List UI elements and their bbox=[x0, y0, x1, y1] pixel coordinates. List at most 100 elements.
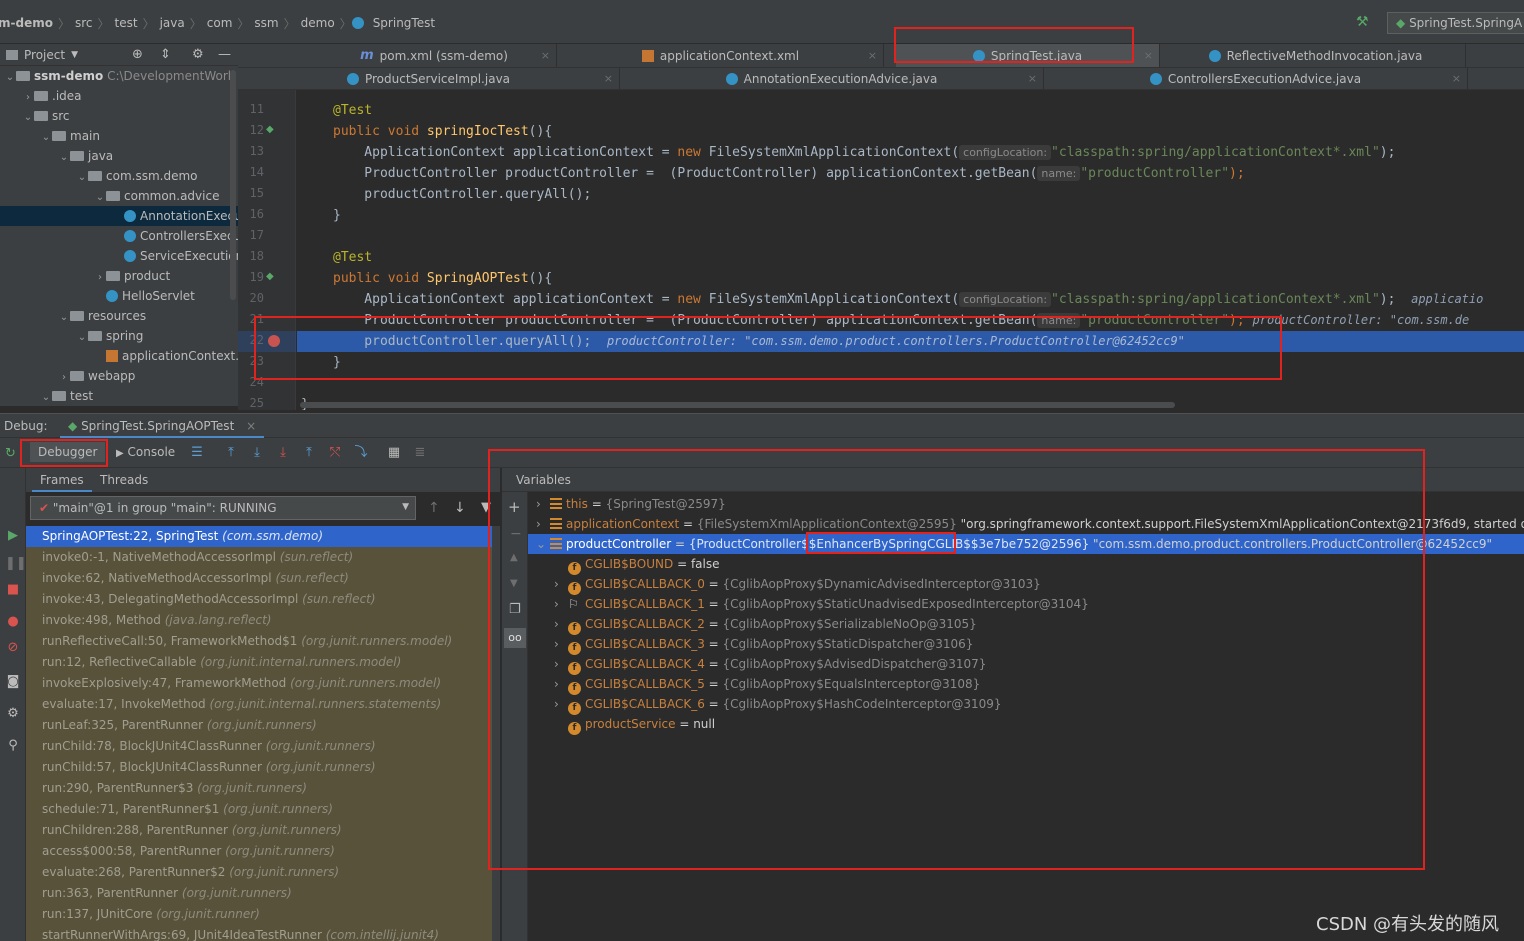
tree-item[interactable]: ControllersExecutionAdvice bbox=[0, 226, 238, 246]
chevron-right-icon[interactable]: › bbox=[536, 494, 550, 514]
frames-scrollbar[interactable] bbox=[492, 526, 500, 941]
chevron-right-icon[interactable]: › bbox=[554, 654, 568, 674]
close-icon[interactable]: × bbox=[604, 72, 613, 85]
variable-row[interactable]: › f CGLIB$CALLBACK_6 = {CglibAopProxy$Hash… bbox=[528, 694, 1524, 715]
run-configuration-select[interactable]: ◆ SpringTest.SpringA bbox=[1387, 12, 1524, 34]
tree-item[interactable]: HelloServlet bbox=[0, 286, 238, 306]
editor-gutter[interactable]: 11 12 13 14 15 16 17 18 19 20 21 22 23 24 25 ◆ ◆ bbox=[238, 90, 296, 410]
build-hammer-icon[interactable]: ⚒ bbox=[1356, 14, 1374, 30]
stack-frame[interactable]: runChild:78, BlockJUnit4ClassRunner (org… bbox=[26, 736, 492, 757]
variable-row[interactable]: ⌄ productController = {ProductController$… bbox=[528, 534, 1524, 554]
editor-horizontal-scrollbar[interactable] bbox=[300, 402, 1175, 408]
stack-frame[interactable]: invoke:43, DelegatingMethodAccessorImpl … bbox=[26, 589, 492, 610]
step-over-icon[interactable]: ⤓ bbox=[250, 446, 264, 460]
tree-item[interactable]: › webapp bbox=[0, 366, 238, 386]
stack-frame[interactable]: runChild:57, BlockJUnit4ClassRunner (org… bbox=[26, 757, 492, 778]
close-icon[interactable]: × bbox=[541, 49, 550, 62]
frames-tab[interactable]: Frames bbox=[32, 468, 92, 492]
variable-row[interactable]: › f CGLIB$CALLBACK_5 = {CglibAopProxy$Equa… bbox=[528, 674, 1524, 695]
tree-item[interactable]: › .idea bbox=[0, 86, 238, 106]
stack-frame[interactable]: invoke:62, NativeMethodAccessorImpl (sun… bbox=[26, 568, 492, 589]
tree-item[interactable]: ⌄ resources bbox=[0, 306, 238, 326]
trace-icon[interactable]: ≣ bbox=[413, 446, 427, 460]
remove-watch-icon[interactable]: − bbox=[510, 526, 522, 542]
chevron-down-icon[interactable]: ⌄ bbox=[22, 108, 34, 126]
chevron-right-icon[interactable]: › bbox=[94, 268, 106, 286]
chevron-right-icon[interactable]: › bbox=[554, 634, 568, 654]
stack-frame[interactable]: runReflectiveCall:50, FrameworkMethod$1 … bbox=[26, 631, 492, 652]
breadcrumb-item[interactable]: SpringTest bbox=[368, 16, 440, 30]
tree-item[interactable]: ⌄ src bbox=[0, 106, 238, 126]
stack-frame[interactable]: SpringAOPTest:22, SpringTest (com.ssm.de… bbox=[26, 526, 492, 547]
editor-tab[interactable]: AnnotationExecutionAdvice.java × bbox=[620, 68, 1044, 89]
chevron-down-icon[interactable]: ▼ bbox=[71, 50, 78, 60]
chevron-down-icon[interactable]: ⌄ bbox=[40, 128, 52, 146]
editor-tab[interactable]: ControllersExecutionAdvice.java × bbox=[1044, 68, 1468, 89]
mute-breakpoints-icon[interactable]: ⊘ bbox=[5, 640, 21, 656]
tree-item[interactable]: ⌄ com.ssm.demo bbox=[0, 166, 238, 186]
run-test-icon[interactable]: ◆ bbox=[266, 124, 274, 135]
stack-frame[interactable]: access$000:58, ParentRunner (org.junit.r… bbox=[26, 841, 492, 862]
stack-frame[interactable]: run:363, ParentRunner (org.junit.runners… bbox=[26, 883, 492, 904]
gear-icon[interactable]: ⚙ bbox=[192, 47, 204, 62]
variable-row[interactable]: f CGLIB$BOUND = false bbox=[528, 554, 1524, 575]
tree-item[interactable]: ⌄ java bbox=[0, 146, 238, 166]
tree-item[interactable]: ServiceExecutionAdvice bbox=[0, 246, 238, 266]
stack-frame[interactable]: invokeExplosively:47, FrameworkMethod (o… bbox=[26, 673, 492, 694]
view-breakpoints-icon[interactable]: ● bbox=[5, 614, 21, 630]
project-tree-scrollbar[interactable] bbox=[230, 70, 236, 300]
breadcrumb-item[interactable]: m-demo bbox=[0, 16, 58, 30]
chevron-down-icon[interactable]: ⌄ bbox=[76, 328, 88, 346]
project-view-selector[interactable]: Project bbox=[24, 48, 65, 62]
debugger-tab[interactable]: Debugger bbox=[30, 442, 106, 462]
close-icon[interactable]: × bbox=[1144, 49, 1153, 62]
show-execution-point-icon[interactable]: ⤒ bbox=[224, 446, 238, 460]
evaluate-expression-icon[interactable]: ▦ bbox=[387, 446, 401, 460]
menu-lines-icon[interactable]: ☰ bbox=[190, 446, 204, 460]
copy-icon[interactable]: ❐ bbox=[509, 602, 521, 617]
chevron-right-icon[interactable]: › bbox=[554, 614, 568, 634]
stop-icon[interactable]: ■ bbox=[5, 582, 21, 598]
tree-item[interactable]: ⌄ main bbox=[0, 126, 238, 146]
tree-item[interactable]: ⌄ spring bbox=[0, 326, 238, 346]
tree-item[interactable]: ⌄ test bbox=[0, 386, 238, 406]
debug-session-tab[interactable]: ◆ SpringTest.SpringAOPTest × bbox=[60, 414, 265, 438]
chevron-right-icon[interactable]: › bbox=[58, 368, 70, 386]
stack-frame[interactable]: startRunnerWithArgs:69, JUnit4IdeaTestRu… bbox=[26, 925, 492, 941]
move-up-icon[interactable]: ▲ bbox=[510, 552, 518, 563]
chevron-down-icon[interactable]: ⌄ bbox=[58, 148, 70, 166]
close-icon[interactable]: × bbox=[868, 49, 877, 62]
stack-frame[interactable]: run:137, JUnitCore (org.junit.runner) bbox=[26, 904, 492, 925]
code-editor[interactable]: @Test public void springIocTest(){ Appli… bbox=[297, 90, 1524, 410]
chevron-down-icon[interactable]: ⌄ bbox=[58, 308, 70, 326]
close-icon[interactable]: × bbox=[246, 419, 256, 433]
add-watch-icon[interactable]: + bbox=[508, 498, 521, 516]
chevron-right-icon[interactable]: › bbox=[536, 514, 550, 534]
settings-gear-icon[interactable]: ⚙ bbox=[5, 706, 21, 722]
chevron-right-icon[interactable]: › bbox=[554, 574, 568, 594]
close-icon[interactable]: × bbox=[1028, 72, 1037, 85]
close-icon[interactable]: × bbox=[1452, 72, 1461, 85]
breadcrumb-item[interactable]: test bbox=[110, 16, 143, 30]
frame-down-icon[interactable]: ↓ bbox=[454, 500, 466, 516]
collapse-all-icon[interactable]: ⇕ bbox=[160, 47, 171, 62]
variable-row[interactable]: › applicationContext = {FileSystemXmlAppl… bbox=[528, 514, 1524, 534]
run-to-cursor-icon[interactable]: ⤵ bbox=[354, 446, 368, 460]
breadcrumb-item[interactable]: src bbox=[70, 16, 98, 30]
variable-row[interactable]: › f CGLIB$CALLBACK_0 = {CglibAopProxy$Dyna… bbox=[528, 574, 1524, 595]
stack-frame[interactable]: schedule:71, ParentRunner$1 (org.junit.r… bbox=[26, 799, 492, 820]
frame-up-icon[interactable]: ↑ bbox=[428, 500, 440, 516]
camera-icon[interactable]: ◙ bbox=[5, 674, 21, 690]
chevron-right-icon[interactable]: › bbox=[554, 674, 568, 694]
stack-frame[interactable]: runLeaf:325, ParentRunner (org.junit.run… bbox=[26, 715, 492, 736]
variable-row[interactable]: › f CGLIB$CALLBACK_4 = {CglibAopProxy$Advi… bbox=[528, 654, 1524, 675]
variable-row[interactable]: f productService = null bbox=[528, 714, 1524, 735]
breadcrumb-item[interactable]: com bbox=[202, 16, 238, 30]
filter-icon[interactable]: ▼ bbox=[481, 500, 491, 515]
pause-icon[interactable]: ❚❚ bbox=[5, 556, 27, 572]
tree-item[interactable]: ⌄ ssm-demo C:\DevelopmentWork bbox=[0, 66, 238, 86]
chevron-right-icon[interactable]: › bbox=[554, 594, 568, 614]
stack-frame[interactable]: runChildren:288, ParentRunner (org.junit… bbox=[26, 820, 492, 841]
rerun-icon[interactable]: ↻ bbox=[5, 446, 16, 461]
chevron-down-icon[interactable]: ⌄ bbox=[536, 534, 550, 554]
